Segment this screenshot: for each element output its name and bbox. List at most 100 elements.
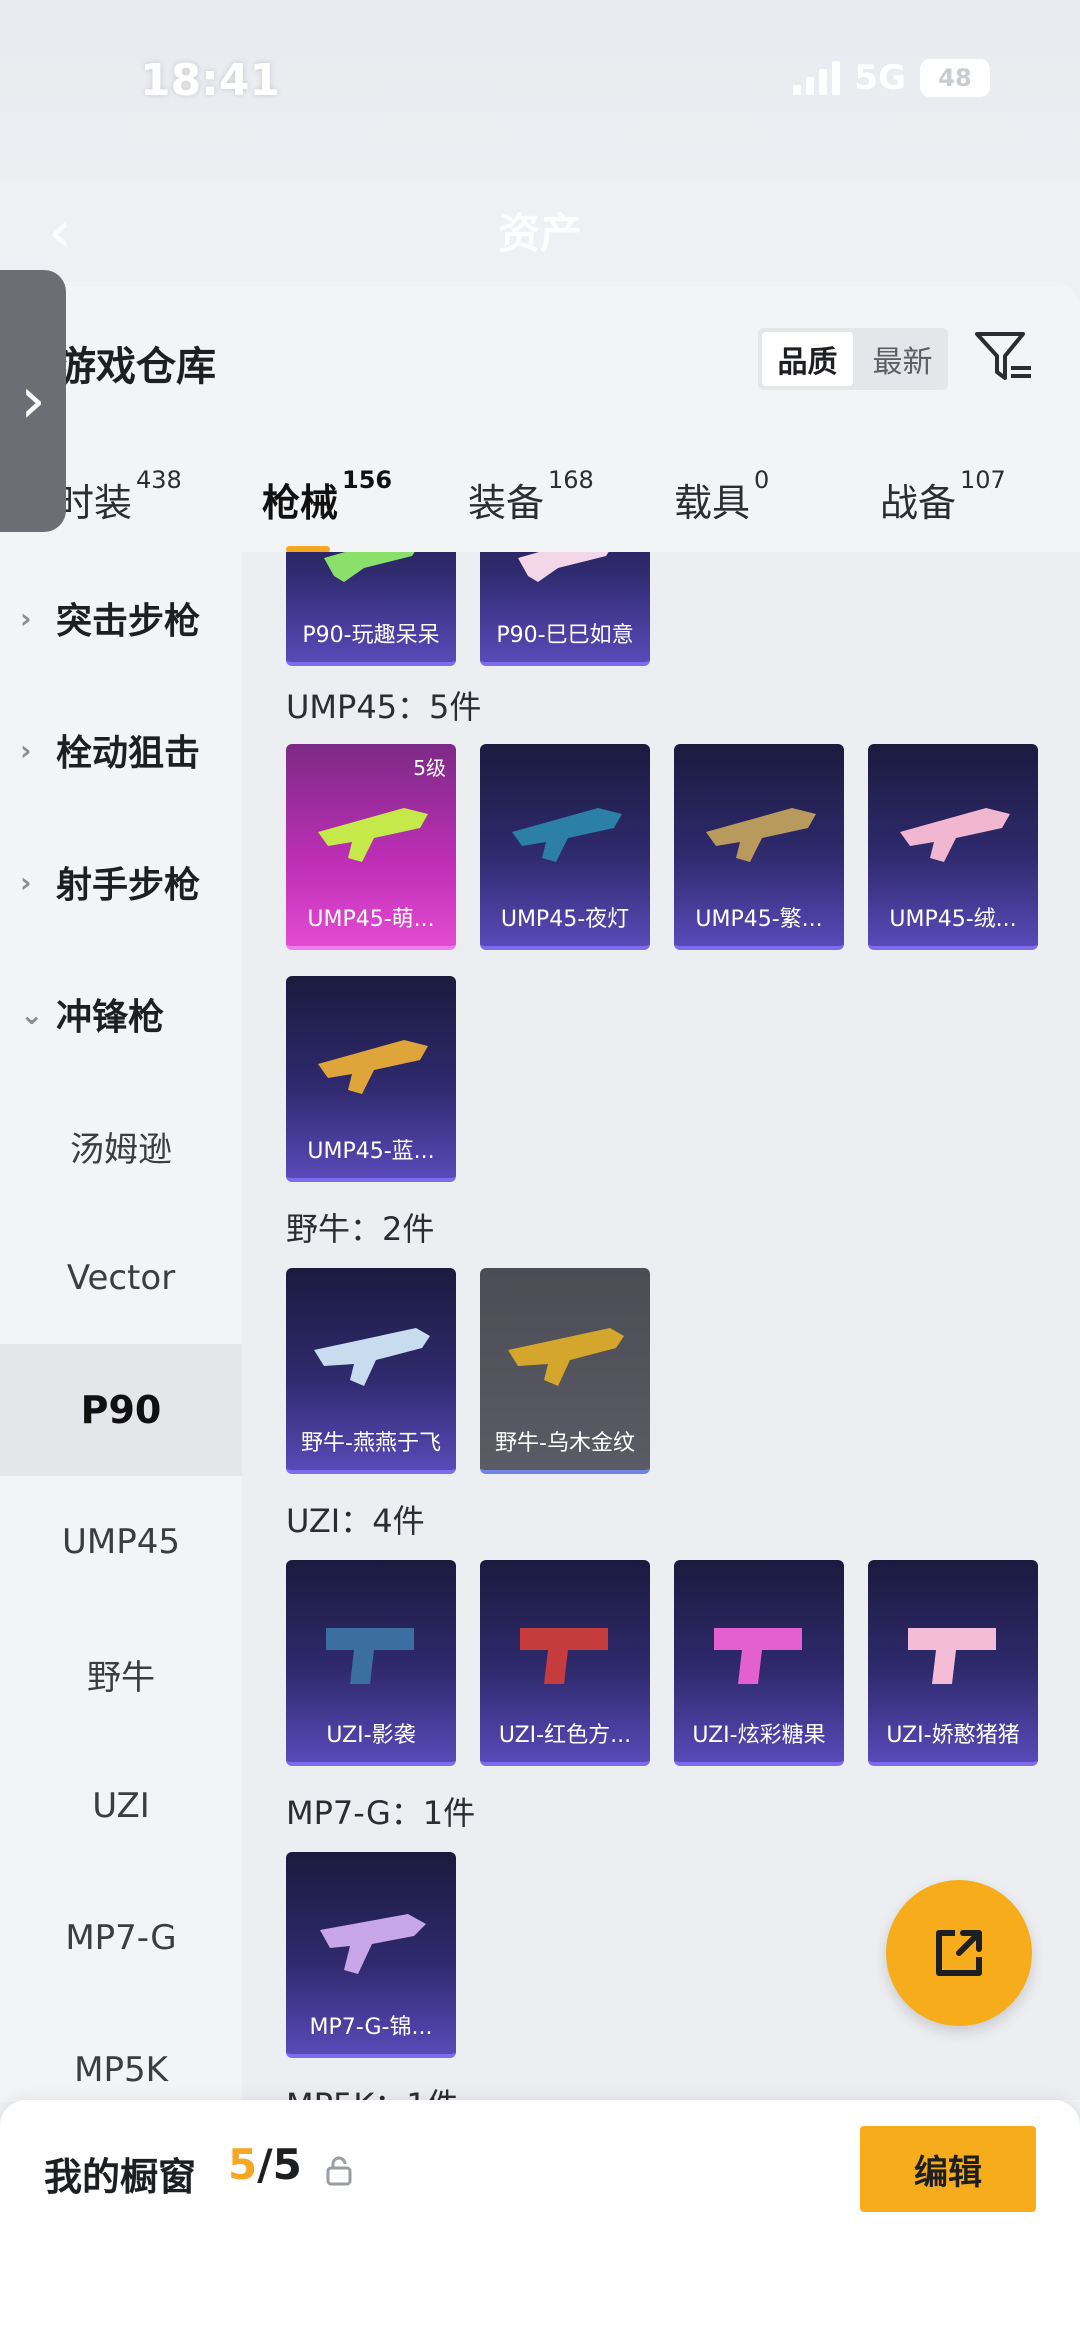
- sidebar-label: 射手步枪: [56, 865, 201, 906]
- weapon-card-label: MP7-G-锦...: [309, 2015, 433, 2040]
- sidebar-item-thompson[interactable]: 汤姆逊: [0, 1080, 242, 1212]
- tab-label: 载具: [674, 481, 751, 525]
- tab-label: 战备: [880, 481, 957, 525]
- weapon-card-label: 野牛-乌木金纹: [495, 1431, 635, 1456]
- weapon-card-label: P90-玩趣呆呆: [302, 623, 440, 648]
- tab-label: 枪械: [262, 481, 339, 525]
- sidebar-label: 冲锋枪: [56, 997, 165, 1038]
- tab-guns[interactable]: 枪械156: [262, 466, 392, 553]
- weapon-card-label: UMP45-繁...: [695, 907, 823, 932]
- weapon-card-label: UZI-娇憨猪猪: [886, 1723, 1020, 1748]
- weapon-skin-image: [518, 552, 609, 582]
- section-title-ump45: UMP45：5件: [286, 688, 482, 726]
- weapon-card-label: UMP45-绒...: [889, 907, 1017, 932]
- weapon-card[interactable]: UZI-红色方...: [480, 1560, 650, 1766]
- sidebar-item-uzi[interactable]: UZI: [0, 1740, 242, 1872]
- status-indicators: 5G 48: [793, 58, 990, 98]
- weapon-card-label: UZI-红色方...: [498, 1723, 632, 1748]
- weapon-card-label: UZI-影袭: [326, 1723, 416, 1748]
- sidebar-label: 突击步枪: [56, 601, 201, 642]
- status-time: 18:41: [140, 55, 281, 106]
- sidebar-group-assault-rifle[interactable]: › 突击步枪: [0, 552, 242, 684]
- weapon-card-label: UMP45-夜灯: [500, 907, 630, 932]
- weapon-sidebar: › 突击步枪 › 栓动狙击 › 射手步枪 ⌄ 冲锋枪 汤姆逊 Vector P90 UM…: [0, 552, 242, 2102]
- sort-newest-button[interactable]: 最新: [857, 328, 948, 390]
- weapon-card-label: UMP45-蓝...: [307, 1139, 435, 1164]
- level-badge: 5级: [413, 756, 446, 780]
- collapse-handle[interactable]: ›: [0, 270, 66, 532]
- tab-combat-gear[interactable]: 战备107: [880, 466, 1006, 552]
- weapon-card-label: UMP45-萌...: [307, 907, 435, 932]
- page-title: 资产: [497, 209, 582, 258]
- tab-label: 时装: [56, 481, 133, 525]
- weapon-card[interactable]: UMP45-夜灯: [480, 744, 650, 950]
- status-bar: 18:41 5G 48: [0, 0, 1080, 180]
- showcase-bar: 我的橱窗 5/5 编辑: [0, 2100, 1080, 2341]
- sidebar-item-ump45[interactable]: UMP45: [0, 1476, 242, 1608]
- weapon-card[interactable]: UZI-娇憨猪猪: [868, 1560, 1038, 1766]
- weapon-card[interactable]: UMP45-绒...: [868, 744, 1038, 950]
- weapon-skin-image: [508, 1328, 624, 1386]
- weapon-card[interactable]: 野牛-燕燕于飞: [286, 1268, 456, 1474]
- weapon-skin-image: [320, 1914, 426, 1974]
- section-title-uzi: UZI：4件: [286, 1502, 425, 1540]
- share-icon: [936, 1930, 982, 1976]
- filter-icon[interactable]: [973, 326, 1035, 388]
- weapon-skin-image: [314, 1328, 430, 1386]
- chevron-right-icon: ›: [20, 364, 46, 438]
- sidebar-group-marksman-rifle[interactable]: › 射手步枪: [0, 816, 242, 948]
- sidebar-group-bolt-sniper[interactable]: › 栓动狙击: [0, 684, 242, 816]
- sort-toggle: 品质 最新: [758, 328, 948, 390]
- battery-level: 48: [938, 64, 972, 92]
- sidebar-item-mp7g[interactable]: MP7-G: [0, 1872, 242, 2004]
- weapon-card[interactable]: 野牛-乌木金纹: [480, 1268, 650, 1474]
- weapon-skin-image: [900, 808, 1010, 862]
- weapon-card[interactable]: P90-巳巳如意: [480, 552, 650, 666]
- sidebar-item-vector[interactable]: Vector: [0, 1212, 242, 1344]
- sidebar-item-bison[interactable]: 野牛: [0, 1608, 242, 1740]
- tab-count: 156: [342, 466, 393, 495]
- edit-button[interactable]: 编辑: [860, 2126, 1036, 2212]
- tab-count: 0: [754, 466, 770, 495]
- sort-quality-button[interactable]: 品质: [762, 332, 853, 386]
- weapon-grid: P90-玩趣呆呆 P90-巳巳如意 UMP45：5件 5级 UMP45-萌...…: [242, 552, 1080, 2100]
- share-button[interactable]: [886, 1880, 1032, 2026]
- tab-count: 107: [960, 466, 1006, 495]
- showcase-label: 我的橱窗: [44, 2155, 197, 2199]
- weapon-skin-image: [908, 1628, 996, 1684]
- weapon-skin-image: [318, 808, 428, 862]
- weapon-skin-image: [520, 1628, 608, 1684]
- showcase-total: /5: [257, 2140, 302, 2189]
- tab-equipment[interactable]: 装备168: [468, 466, 594, 552]
- weapon-card[interactable]: MP7-G-锦...: [286, 1852, 456, 2058]
- weapon-skin-image: [326, 1628, 414, 1684]
- weapon-card[interactable]: UMP45-蓝...: [286, 976, 456, 1182]
- weapon-card[interactable]: UZI-影袭: [286, 1560, 456, 1766]
- weapon-skin-image: [318, 1040, 428, 1094]
- panel-title: 游戏仓库: [56, 344, 216, 390]
- weapon-card[interactable]: 5级 UMP45-萌...: [286, 744, 456, 950]
- signal-icon: [793, 61, 841, 95]
- tab-label: 装备: [468, 481, 545, 525]
- chevron-right-icon: ›: [20, 865, 32, 899]
- tab-fashion[interactable]: 时装438: [56, 466, 182, 552]
- battery-icon: 48: [920, 59, 990, 97]
- weapon-card[interactable]: UMP45-繁...: [674, 744, 844, 950]
- showcase-count: 5/5: [228, 2140, 302, 2189]
- weapon-skin-image: [706, 808, 816, 862]
- chevron-down-icon: ⌄: [20, 997, 44, 1031]
- section-title-mp7g: MP7-G：1件: [286, 1794, 476, 1832]
- weapon-card[interactable]: UZI-炫彩糖果: [674, 1560, 844, 1766]
- tab-count: 168: [548, 466, 594, 495]
- tab-count: 438: [136, 466, 182, 495]
- nav-header: ‹ 资产: [0, 180, 1080, 290]
- weapon-skin-image: [512, 808, 622, 862]
- category-tabs: 时装438 枪械156 装备168 载具0 战备107: [0, 466, 1080, 553]
- showcase-current: 5: [228, 2140, 258, 2189]
- network-type: 5G: [854, 58, 906, 98]
- tab-vehicles[interactable]: 载具0: [674, 466, 769, 552]
- section-title-mp5k: MP5K：1件: [286, 2080, 459, 2100]
- weapon-card[interactable]: P90-玩趣呆呆: [286, 552, 456, 666]
- sidebar-item-p90[interactable]: P90: [0, 1344, 242, 1476]
- sidebar-group-smg[interactable]: ⌄ 冲锋枪: [0, 948, 242, 1080]
